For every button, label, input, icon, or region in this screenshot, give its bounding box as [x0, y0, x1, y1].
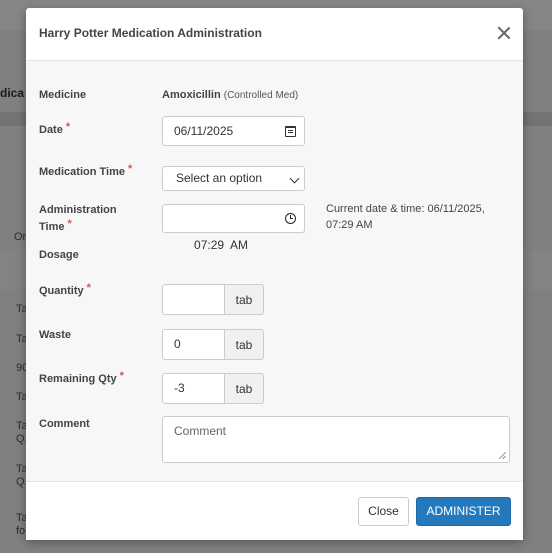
comment-textarea[interactable]: Comment [162, 416, 510, 463]
required-marker: * [86, 282, 91, 294]
remaining-qty-unit: tab [224, 373, 264, 404]
waste-input[interactable]: 0 [162, 329, 225, 360]
medicine-value: Amoxicillin (Controlled Med) [162, 89, 298, 101]
waste-label: Waste [39, 329, 71, 341]
medicine-note: (Controlled Med) [223, 90, 299, 101]
current-datetime-note: Current date & time: 06/11/2025, 07:29 A… [326, 201, 485, 233]
required-marker: * [119, 370, 124, 382]
administration-time-label-line2: Time [39, 221, 65, 233]
quantity-input[interactable] [162, 284, 225, 315]
medication-time-select[interactable]: Select an option [162, 166, 305, 191]
administer-button[interactable]: ADMINISTER [416, 497, 511, 526]
quantity-label-text: Quantity [39, 285, 84, 297]
administration-time-value: 07:29 AM [194, 238, 249, 252]
administration-time-label-line1: Administration [39, 204, 117, 216]
waste-value: 0 [174, 337, 181, 351]
date-label: Date * [39, 121, 71, 139]
waste-unit: tab [224, 329, 264, 360]
date-value: 06/11/2025 [174, 124, 234, 138]
administration-time-input[interactable]: 07:29 AM [162, 204, 305, 252]
medicine-label: Medicine [39, 89, 87, 101]
remaining-qty-label-text: Remaining Qty [39, 373, 117, 385]
modal-body: Medicine Amoxicillin (Controlled Med) Da… [26, 61, 523, 481]
modal-title: Harry Potter Medication Administration [39, 26, 262, 40]
administration-time-label: Administration Time * [39, 202, 117, 236]
calendar-icon[interactable] [285, 126, 296, 137]
medication-administration-modal: Harry Potter Medication Administration M… [26, 8, 523, 540]
current-datetime-line1: Current date & time: 06/11/2025, [326, 203, 485, 215]
medication-time-label: Medication Time * [39, 163, 133, 181]
date-label-text: Date [39, 124, 63, 136]
quantity-label: Quantity * [39, 282, 91, 300]
required-marker: * [65, 121, 71, 133]
remaining-qty-label: Remaining Qty * [39, 370, 124, 388]
required-marker: * [127, 163, 133, 175]
remaining-qty-input[interactable]: -3 [162, 373, 225, 404]
modal-footer: Close ADMINISTER [26, 481, 523, 540]
medication-time-selected: Select an option [176, 171, 263, 185]
comment-label: Comment [39, 418, 90, 430]
clock-icon[interactable] [285, 213, 296, 224]
medicine-name: Amoxicillin [162, 89, 221, 101]
quantity-unit: tab [224, 284, 264, 315]
close-icon[interactable] [497, 26, 511, 40]
medication-time-label-text: Medication Time [39, 166, 125, 178]
required-marker: * [67, 218, 72, 230]
close-button[interactable]: Close [358, 497, 409, 526]
current-datetime-line2: 07:29 AM [326, 219, 373, 231]
comment-placeholder: Comment [174, 424, 227, 438]
modal-header: Harry Potter Medication Administration [26, 8, 523, 61]
date-input[interactable]: 06/11/2025 [162, 116, 305, 146]
remaining-qty-value: -3 [174, 381, 185, 395]
chevron-down-icon [289, 173, 300, 184]
dosage-label: Dosage [39, 249, 79, 261]
resize-handle-icon[interactable] [499, 452, 506, 459]
